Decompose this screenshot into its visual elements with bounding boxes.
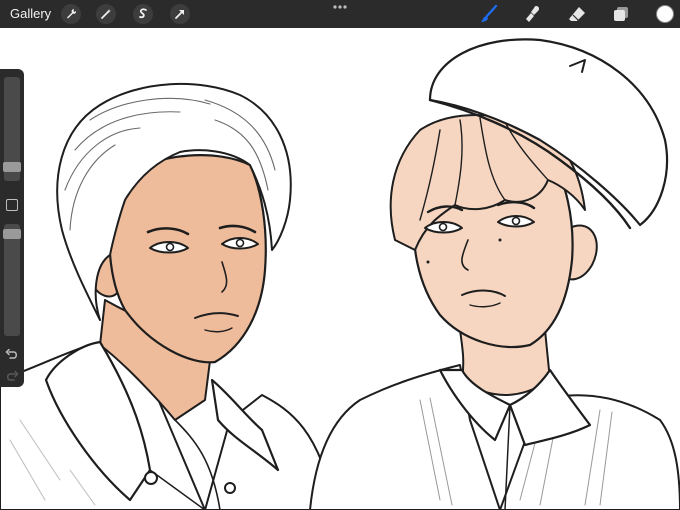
top-toolbar: Gallery [0,0,680,28]
layers-icon[interactable] [610,3,632,25]
brush-size-thumb[interactable] [3,162,21,172]
brush-icon[interactable] [478,3,500,25]
smudge-icon[interactable] [522,3,544,25]
brush-size-slider[interactable] [3,77,21,181]
magic-wand-icon[interactable] [96,4,116,24]
gallery-button[interactable]: Gallery [10,6,51,21]
drawing-canvas[interactable] [0,0,680,510]
eraser-icon[interactable] [566,3,588,25]
wrench-icon[interactable] [61,4,81,24]
more-options-icon[interactable] [332,3,348,11]
transform-arrow-icon[interactable] [170,4,190,24]
modify-button[interactable] [6,199,18,211]
opacity-thumb[interactable] [3,229,21,239]
redo-icon[interactable] [5,369,19,383]
undo-icon[interactable] [5,347,19,361]
opacity-slider[interactable] [3,224,21,336]
color-picker-button[interactable] [656,5,674,23]
left-sidebar [0,69,24,387]
selection-icon[interactable] [133,4,153,24]
